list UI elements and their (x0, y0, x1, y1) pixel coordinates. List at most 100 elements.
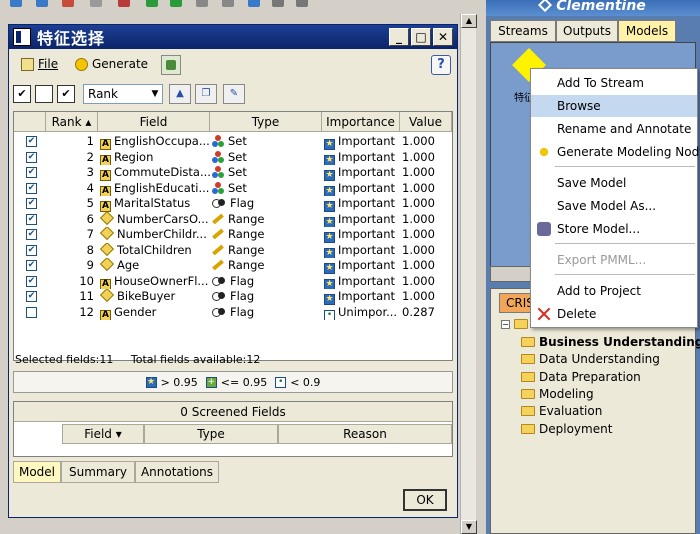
tree-root[interactable]: − (501, 319, 528, 329)
tab-model[interactable]: Model (13, 461, 61, 483)
column-header-field[interactable]: Field (98, 112, 210, 132)
menu-store-model[interactable]: Store Model... (531, 218, 697, 240)
rank-cell: 10 (79, 273, 94, 288)
zoom-out-icon[interactable] (296, 0, 308, 7)
value-cell: 1.000 (402, 258, 435, 272)
tab-annotations[interactable]: Annotations (135, 461, 219, 483)
add-to-stream-button[interactable] (161, 55, 181, 75)
tab-summary[interactable]: Summary (61, 461, 135, 483)
field-cell: NumberCarsO... (100, 211, 210, 228)
menu-rename-annotate[interactable]: Rename and Annotate (531, 118, 697, 140)
generate-menu[interactable]: Generate (75, 57, 148, 71)
column-label: Type (197, 427, 225, 441)
row-checkbox[interactable]: ✔ (26, 260, 37, 271)
chevron-down-icon: ▼ (151, 89, 159, 99)
star-icon[interactable] (248, 0, 260, 7)
menu-add-to-stream[interactable]: Add To Stream (531, 72, 697, 94)
menu-browse[interactable]: Browse (531, 95, 697, 117)
row-checkbox[interactable]: ✔ (26, 167, 37, 178)
screened-header-type[interactable]: Type (144, 424, 278, 444)
sort-by-select[interactable]: Rank ▼ (83, 84, 163, 104)
importance-cell: ★ Important (324, 274, 400, 289)
menu-save-model-as[interactable]: Save Model As... (531, 195, 697, 217)
file-menu[interactable]: File (21, 57, 58, 71)
maximize-button[interactable]: □ (411, 28, 431, 46)
select-important-button[interactable]: ✔ (57, 85, 75, 103)
tag-button[interactable]: ✎ (223, 84, 245, 104)
tree-item[interactable]: Business Understanding (521, 335, 700, 349)
row-checkbox[interactable]: ✔ (26, 229, 37, 240)
run-selection-icon[interactable] (170, 0, 182, 7)
table-row[interactable]: ✔ 8 TotalChildren Range ★ Important 1.000 (14, 242, 452, 258)
value-cell: 0.287 (402, 304, 435, 319)
menu-save-model[interactable]: Save Model (531, 172, 697, 194)
table-row[interactable]: 12 A Gender Flag • Unimpor... 0.287 (14, 304, 452, 320)
row-checkbox[interactable]: ✔ (26, 213, 37, 225)
table-row[interactable]: ✔ 6 NumberCarsO... Range ★ Important 1.000 (14, 211, 452, 228)
select-none-button[interactable] (35, 85, 53, 103)
row-checkbox[interactable]: ✔ (26, 244, 37, 256)
screened-header-field[interactable]: Field ▾ (62, 424, 144, 444)
row-checkbox[interactable]: ✔ (26, 198, 37, 209)
tree-item[interactable]: Modeling (521, 387, 594, 401)
row-checkbox[interactable]: ✔ (26, 151, 37, 163)
string-field-icon: A (100, 201, 111, 212)
type-cell: Range (212, 227, 322, 243)
zoom-in-icon[interactable] (272, 0, 284, 7)
column-header-rank[interactable]: Rank ▴ (46, 112, 98, 132)
table-row[interactable]: ✔ 2 A Region Set ★ Important 1.000 (14, 150, 452, 165)
ok-button[interactable]: OK (403, 489, 447, 511)
column-header-type[interactable]: Type (210, 112, 322, 132)
title-bar[interactable]: 特征选择 _ □ ✕ (9, 25, 457, 49)
paste-icon[interactable] (62, 0, 74, 7)
print-icon[interactable] (222, 0, 234, 7)
close-button[interactable]: ✕ (433, 28, 453, 46)
menu-delete[interactable]: Delete (531, 303, 697, 325)
tree-item[interactable]: Deployment (521, 422, 612, 436)
row-checkbox[interactable]: ✔ (26, 275, 37, 287)
table-row[interactable]: ✔ 11 BikeBuyer Flag ★ Important 1.000 (14, 289, 452, 305)
tab-models[interactable]: Models (618, 20, 676, 42)
menu-generate-modeling-node[interactable]: Generate Modeling Node (531, 141, 700, 163)
screened-header-reason[interactable]: Reason (278, 424, 452, 444)
row-checkbox[interactable] (26, 306, 37, 318)
undo-icon[interactable] (90, 0, 102, 7)
collapse-icon[interactable]: − (501, 319, 510, 329)
important-star-icon: ★ (324, 247, 335, 258)
column-header-importance[interactable]: Importance (322, 112, 400, 132)
scroll-up-icon[interactable]: ▲ (461, 14, 477, 28)
row-checkbox[interactable]: ✔ (26, 182, 37, 194)
select-all-button[interactable]: ✔ (13, 85, 31, 103)
redo-icon[interactable] (118, 0, 130, 7)
table-row[interactable]: ✔ 9 Age Range ★ Important 1.000 (14, 258, 452, 274)
unimportant-dot-icon: • (324, 309, 335, 320)
table-row[interactable]: ✔ 10 A HouseOwnerFl... Flag ★ Important 1.000 (14, 273, 452, 289)
table-row[interactable]: ✔ 5 A MaritalStatus Flag ★ Important 1.000 (14, 196, 452, 212)
table-row[interactable]: ✔ 3 A CommuteDista... Set ★ Important 1.000 (14, 165, 452, 181)
scroll-down-icon[interactable]: ▼ (461, 520, 477, 534)
tree-item[interactable]: Data Preparation (521, 370, 641, 384)
help-button[interactable]: ? (431, 55, 451, 75)
menu-add-to-project[interactable]: Add to Project (531, 280, 697, 302)
tree-item[interactable]: Data Understanding (521, 352, 660, 366)
copy-button[interactable]: ❐ (195, 84, 217, 104)
cut-icon[interactable] (10, 0, 22, 7)
row-checkbox[interactable]: ✔ (26, 291, 37, 302)
stop-icon[interactable] (196, 0, 208, 7)
tab-outputs[interactable]: Outputs (556, 20, 618, 42)
tree-item-label: Deployment (539, 421, 613, 436)
copy-icon[interactable] (36, 0, 48, 7)
table-row[interactable]: ✔ 7 NumberChildr... Range ★ Important 1.000 (14, 227, 452, 243)
column-header-value[interactable]: Value (400, 112, 452, 132)
table-row[interactable]: ✔ 4 A EnglishEducati... Set ★ Important 1.000 (14, 181, 452, 196)
range-type-icon (212, 228, 224, 240)
minimize-button[interactable]: _ (389, 28, 409, 46)
row-checkbox[interactable]: ✔ (26, 136, 37, 147)
vertical-scrollbar[interactable]: ▲ ▼ (460, 14, 477, 534)
marginal-plus-icon: + (205, 376, 217, 388)
tree-item[interactable]: Evaluation (521, 404, 602, 418)
tab-streams[interactable]: Streams (490, 20, 556, 42)
table-row[interactable]: ✔ 1 A EnglishOccupa... Set ★ Important 1.000 (14, 134, 452, 150)
sort-ascending-button[interactable]: ▲ (169, 84, 191, 104)
run-icon[interactable] (146, 0, 158, 7)
